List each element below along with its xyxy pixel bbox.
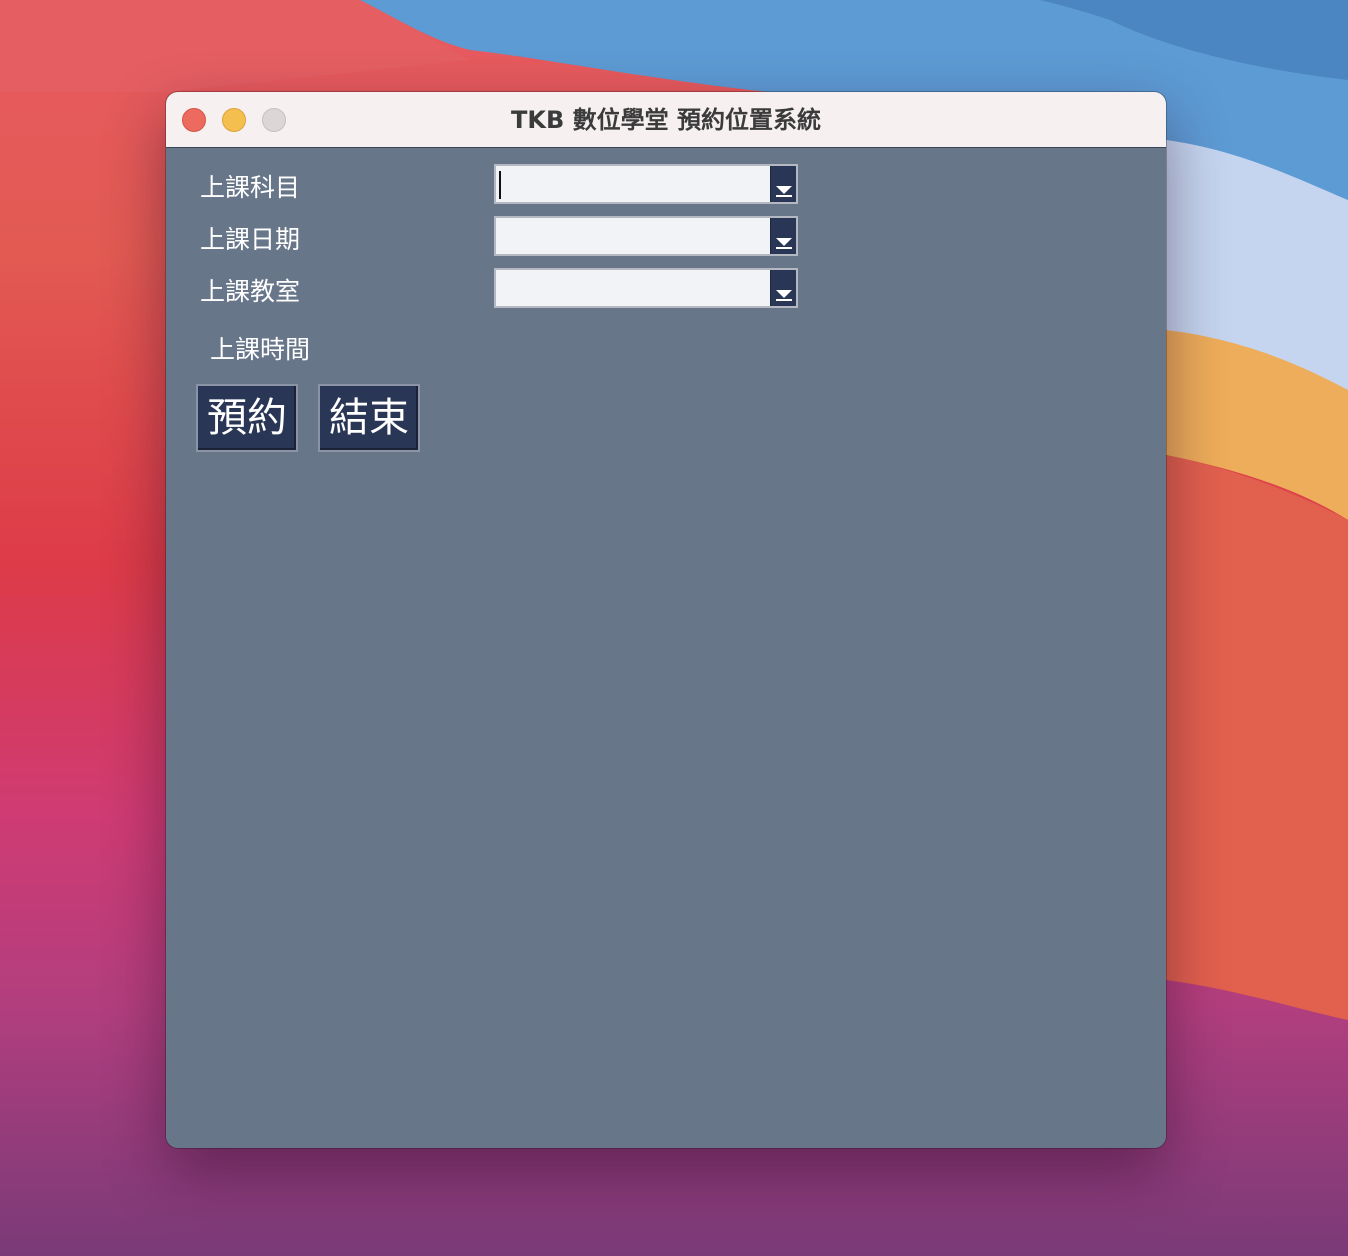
chevron-down-underline bbox=[776, 299, 792, 301]
chevron-down-icon bbox=[776, 186, 792, 194]
chevron-down-icon bbox=[776, 238, 792, 246]
subject-label: 上課科目 bbox=[200, 173, 301, 202]
date-label: 上課日期 bbox=[200, 225, 301, 254]
chevron-down-underline bbox=[776, 195, 792, 197]
window-title: TKB 數位學堂 預約位置系統 bbox=[511, 106, 821, 134]
chevron-down-underline bbox=[776, 247, 792, 249]
reserve-button[interactable]: 預約 bbox=[196, 384, 298, 452]
classroom-label: 上課教室 bbox=[200, 277, 301, 306]
app-window: TKB 數位學堂 預約位置系統 上課科目 上課日期 上課教室 上課時間 預約 結… bbox=[166, 92, 1166, 1148]
exit-button[interactable]: 結束 bbox=[318, 384, 420, 452]
form-panel: 上課科目 上課日期 上課教室 上課時間 預約 結束 bbox=[166, 148, 1166, 1148]
classroom-dropdown-button[interactable] bbox=[770, 270, 796, 306]
time-label: 上課時間 bbox=[210, 335, 311, 364]
text-cursor bbox=[499, 171, 501, 199]
title-bar: TKB 數位學堂 預約位置系統 bbox=[166, 92, 1166, 148]
subject-combobox[interactable] bbox=[494, 164, 798, 204]
date-combobox[interactable] bbox=[494, 216, 798, 256]
chevron-down-icon bbox=[776, 290, 792, 298]
subject-dropdown-button[interactable] bbox=[770, 166, 796, 202]
classroom-combobox[interactable] bbox=[494, 268, 798, 308]
date-dropdown-button[interactable] bbox=[770, 218, 796, 254]
